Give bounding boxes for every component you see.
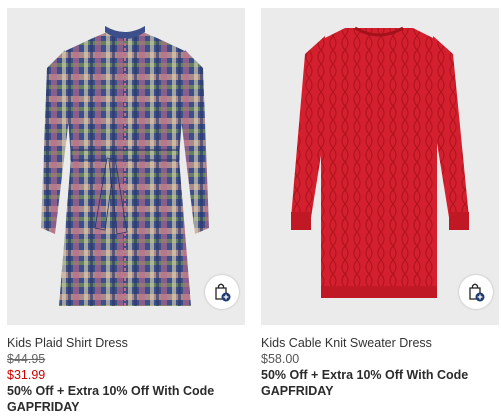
shopping-bag-add-icon <box>215 283 231 302</box>
promo-text: 50% Off + Extra 10% Off With Code GAPFRI… <box>7 384 215 414</box>
sweater-dress-illustration <box>291 26 469 298</box>
product-image-cable-knit-sweater-dress[interactable] <box>261 8 499 325</box>
promo-text: 50% Off + Extra 10% Off With Code GAPFRI… <box>261 368 469 398</box>
product-card-cable-knit-sweater-dress[interactable]: Kids Cable Knit Sweater Dress $58.00 50%… <box>261 8 499 399</box>
product-name[interactable]: Kids Cable Knit Sweater Dress <box>261 335 499 351</box>
product-image-plaid-shirt-dress[interactable] <box>7 8 245 325</box>
product-card-plaid-shirt-dress[interactable]: Kids Plaid Shirt Dress $44.95 $31.99 50%… <box>7 8 245 415</box>
shopping-bag-add-icon <box>469 283 485 302</box>
plaid-dress-illustration <box>41 26 209 306</box>
add-to-bag-button[interactable] <box>459 275 493 309</box>
original-price: $44.95 <box>7 352 46 366</box>
product-name[interactable]: Kids Plaid Shirt Dress <box>7 335 245 351</box>
product-price: $58.00 <box>261 352 300 366</box>
add-to-bag-button[interactable] <box>205 275 239 309</box>
sale-price: $31.99 <box>7 368 46 382</box>
